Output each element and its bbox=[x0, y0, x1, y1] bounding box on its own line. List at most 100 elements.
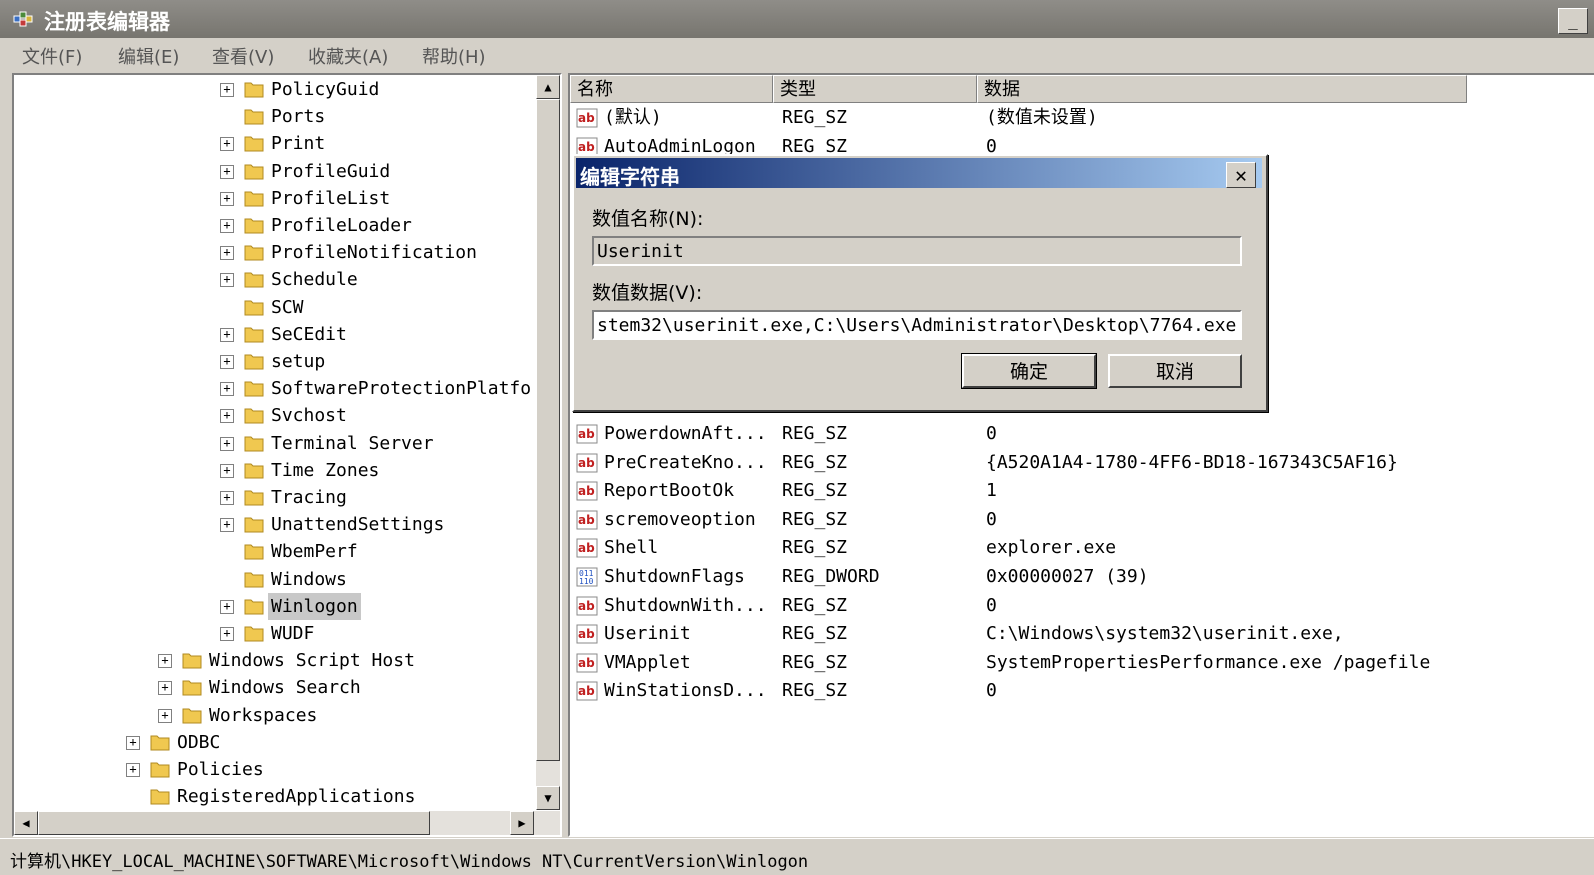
folder-icon bbox=[244, 463, 264, 479]
menu-view[interactable]: 查看(V) bbox=[212, 43, 274, 69]
expand-toggle-icon[interactable]: + bbox=[220, 382, 234, 397]
value-row[interactable]: ab PowerdownAft... REG_SZ 0 bbox=[570, 420, 1590, 448]
scroll-down-button[interactable]: ▼ bbox=[536, 786, 560, 810]
folder-icon bbox=[244, 191, 264, 207]
tree-item-label: ProfileGuid bbox=[271, 160, 391, 182]
svg-text:ab: ab bbox=[578, 656, 595, 670]
expand-toggle-icon[interactable]: + bbox=[220, 137, 234, 152]
value-type: REG_SZ bbox=[782, 651, 848, 673]
value-name: scremoveoption bbox=[604, 508, 756, 530]
expand-toggle-icon[interactable]: + bbox=[220, 599, 234, 614]
value-row[interactable]: ab ShutdownWith... REG_SZ 0 bbox=[570, 592, 1590, 620]
expand-toggle-icon[interactable]: + bbox=[126, 763, 140, 777]
value-data-input[interactable]: stem32\userinit.exe,C:\Users\Administrat… bbox=[592, 310, 1242, 340]
string-value-icon: ab bbox=[576, 681, 598, 701]
tree-item-label: SoftwareProtectionPlatfo bbox=[271, 378, 532, 400]
tree-item-label: Workspaces bbox=[209, 704, 318, 726]
tree-item-label: Ports bbox=[271, 106, 326, 128]
tree-item-label: Windows bbox=[271, 568, 347, 590]
folder-icon bbox=[244, 408, 264, 424]
tree-item-label: ProfileLoader bbox=[271, 215, 412, 236]
title-bar: 注册表编辑器 _ bbox=[0, 0, 1594, 38]
svg-text:ab: ab bbox=[578, 484, 595, 498]
svg-text:ab: ab bbox=[578, 684, 595, 698]
expand-toggle-icon[interactable]: + bbox=[158, 654, 172, 669]
value-data: 1 bbox=[986, 480, 997, 502]
value-type: REG_DWORD bbox=[782, 566, 880, 587]
hscroll-thumb[interactable] bbox=[38, 811, 430, 835]
tree-item-label: Time Zones bbox=[271, 459, 380, 481]
expand-toggle-icon[interactable]: + bbox=[220, 246, 234, 261]
registry-tree-pane[interactable]: + PolicyGuid Ports + Print + ProfileGuid + Profi… bbox=[12, 73, 562, 837]
expand-toggle-icon[interactable]: + bbox=[220, 219, 234, 233]
expand-toggle-icon[interactable]: + bbox=[220, 83, 234, 97]
menu-file[interactable]: 文件(F) bbox=[22, 43, 82, 69]
expand-toggle-icon[interactable]: + bbox=[158, 708, 172, 723]
menu-help[interactable]: 帮助(H) bbox=[422, 43, 486, 69]
expand-toggle-icon[interactable]: + bbox=[220, 518, 234, 533]
svg-text:ab: ab bbox=[578, 627, 595, 641]
expand-toggle-icon[interactable]: + bbox=[220, 491, 234, 505]
value-row[interactable]: ab (默认) REG_SZ (数值未设置) bbox=[570, 104, 1590, 132]
dialog-close-button[interactable]: ✕ bbox=[1226, 162, 1256, 188]
value-type: REG_SZ bbox=[782, 594, 848, 616]
minimize-button[interactable]: _ bbox=[1558, 8, 1588, 34]
value-row[interactable]: ab ReportBootOk REG_SZ 1 bbox=[570, 477, 1590, 505]
expand-toggle-icon[interactable]: + bbox=[220, 355, 234, 369]
expand-toggle-icon[interactable]: + bbox=[220, 409, 234, 424]
expand-toggle-icon[interactable]: + bbox=[220, 164, 234, 179]
value-row[interactable]: ab VMApplet REG_SZ SystemPropertiesPerforma… bbox=[570, 649, 1590, 677]
tree-vertical-scrollbar[interactable]: ▲ ▼ bbox=[536, 75, 560, 810]
value-name: ShutdownFlags bbox=[604, 566, 745, 587]
tree-item-label: Schedule bbox=[271, 269, 358, 291]
ok-button[interactable]: 确定 bbox=[961, 353, 1097, 389]
scroll-up-button[interactable]: ▲ bbox=[536, 75, 560, 99]
menu-edit[interactable]: 编辑(E) bbox=[118, 43, 179, 69]
tree-item-label: WbemPerf bbox=[271, 541, 358, 563]
column-header-type[interactable]: 类型 bbox=[773, 75, 977, 103]
menu-bar: 文件(F) 编辑(E) 查看(V) 收藏夹(A) 帮助(H) bbox=[0, 38, 1594, 72]
string-value-icon: ab bbox=[576, 624, 598, 644]
scroll-thumb[interactable] bbox=[536, 99, 560, 761]
status-bar: 计算机\HKEY_LOCAL_MACHINE\SOFTWARE\Microsof… bbox=[0, 838, 1594, 875]
tree-item-label: ProfileList bbox=[271, 187, 391, 209]
expand-toggle-icon[interactable]: + bbox=[220, 627, 234, 641]
expand-toggle-icon[interactable]: + bbox=[158, 681, 172, 696]
tree-item-label: RegisteredApplications bbox=[177, 786, 416, 808]
column-header-name[interactable]: 名称 bbox=[570, 75, 773, 103]
expand-toggle-icon[interactable]: + bbox=[220, 273, 234, 288]
svg-text:ab: ab bbox=[578, 140, 595, 154]
expand-toggle-icon[interactable]: + bbox=[220, 436, 234, 451]
menu-favorites[interactable]: 收藏夹(A) bbox=[308, 43, 388, 69]
tree-item-label: Policies bbox=[177, 759, 264, 780]
value-row[interactable]: ab scremoveoption REG_SZ 0 bbox=[570, 506, 1590, 534]
scroll-right-button[interactable]: ▶ bbox=[510, 811, 534, 835]
expand-toggle-icon[interactable]: + bbox=[220, 327, 234, 342]
expand-toggle-icon[interactable]: + bbox=[220, 191, 234, 206]
folder-icon bbox=[244, 300, 264, 316]
cancel-button[interactable]: 取消 bbox=[1108, 354, 1242, 388]
string-value-icon: ab bbox=[576, 108, 598, 128]
folder-icon bbox=[244, 109, 264, 125]
column-header-data[interactable]: 数据 bbox=[977, 75, 1467, 103]
tree-item-label: Tracing bbox=[271, 487, 347, 508]
value-row[interactable]: ab Userinit REG_SZ C:\Windows\system32\user… bbox=[570, 620, 1590, 648]
value-name: (默认) bbox=[604, 107, 662, 128]
value-row[interactable]: ab WinStationsD... REG_SZ 0 bbox=[570, 677, 1590, 705]
scroll-left-button[interactable]: ◀ bbox=[14, 811, 38, 835]
tree-item-label: Print bbox=[271, 133, 326, 155]
expand-toggle-icon[interactable]: + bbox=[126, 735, 140, 750]
value-data: 0 bbox=[986, 423, 997, 444]
tree-horizontal-scrollbar[interactable]: ◀ ▶ bbox=[14, 811, 560, 835]
string-value-icon: ab bbox=[576, 538, 598, 558]
value-row[interactable]: 011 110 ShutdownFlags REG_DWORD 0x00000027 (… bbox=[570, 563, 1590, 591]
tree-item-label: ODBC bbox=[177, 731, 221, 753]
value-row[interactable]: ab PreCreateKno... REG_SZ {A520A1A4-1780-4F… bbox=[570, 449, 1590, 477]
value-data: 0 bbox=[986, 680, 997, 702]
folder-icon bbox=[244, 599, 264, 615]
value-row[interactable]: ab Shell REG_SZ explorer.exe bbox=[570, 534, 1590, 562]
svg-text:ab: ab bbox=[578, 599, 595, 613]
value-name-field: Userinit bbox=[592, 236, 1242, 266]
string-value-icon: ab bbox=[576, 596, 598, 616]
expand-toggle-icon[interactable]: + bbox=[220, 463, 234, 478]
